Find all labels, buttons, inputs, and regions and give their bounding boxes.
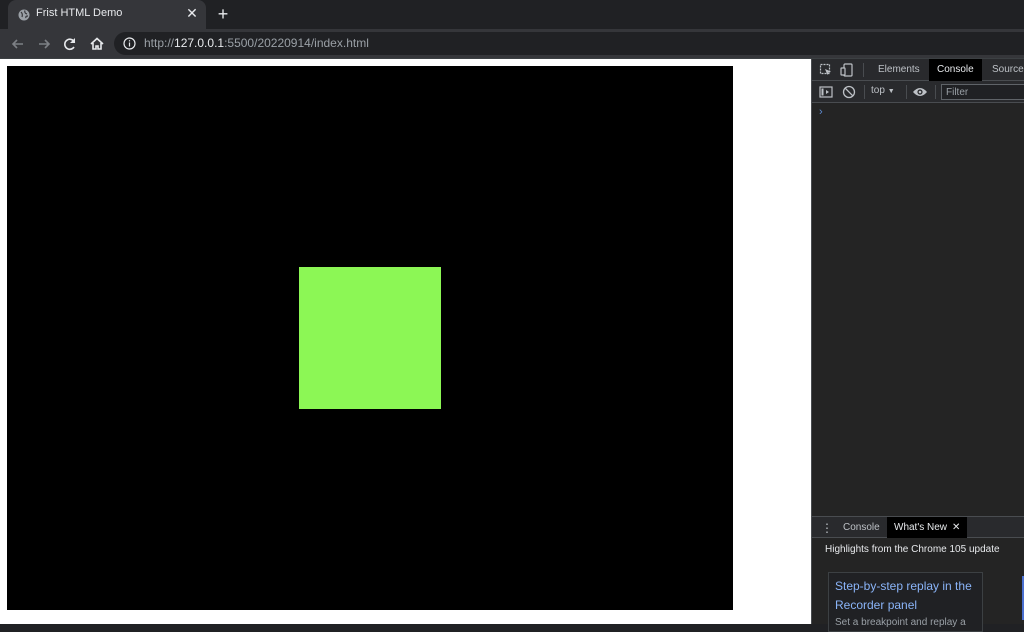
browser-tab[interactable]: Frist HTML Demo ✕ bbox=[8, 0, 206, 29]
close-icon[interactable]: ✕ bbox=[952, 517, 960, 538]
home-button[interactable] bbox=[87, 34, 107, 54]
home-icon bbox=[90, 37, 104, 50]
card-title-link[interactable]: Step-by-step replay in the Recorder pane… bbox=[835, 577, 980, 615]
drawer-tab-whats-new[interactable]: What's New ✕ bbox=[887, 517, 968, 538]
drawer-tab-label: What's New bbox=[894, 522, 948, 533]
green-square bbox=[299, 267, 441, 409]
drawer-menu-icon[interactable]: ⋮ bbox=[821, 521, 833, 535]
url-host: 127.0.0.1 bbox=[174, 36, 225, 50]
new-tab-button[interactable]: + bbox=[213, 5, 233, 25]
reload-button[interactable] bbox=[60, 34, 80, 54]
forward-button[interactable] bbox=[34, 34, 54, 54]
toolbar-separator bbox=[864, 85, 865, 99]
console-toolbar: top ▼ Filter bbox=[812, 81, 1024, 103]
devtools-panel: Elements Console Sources top ▼ Filter › … bbox=[811, 59, 1024, 632]
eye-icon[interactable] bbox=[912, 85, 927, 99]
reload-icon bbox=[64, 38, 76, 51]
page-viewport bbox=[0, 59, 811, 624]
console-prompt[interactable]: › bbox=[819, 106, 823, 118]
tab-console[interactable]: Console bbox=[929, 59, 982, 81]
url-text: http://127.0.0.1:5500/20220914/index.htm… bbox=[144, 36, 369, 50]
browser-toolbar: http://127.0.0.1:5500/20220914/index.htm… bbox=[0, 29, 1024, 58]
context-value: top bbox=[871, 85, 885, 96]
drawer-tabbar: ⋮ Console What's New ✕ bbox=[812, 516, 1024, 538]
back-button[interactable] bbox=[8, 34, 28, 54]
device-toolbar-icon[interactable] bbox=[840, 63, 854, 77]
tab-strip: Frist HTML Demo ✕ + bbox=[0, 0, 1024, 29]
demo-canvas bbox=[7, 66, 733, 610]
toolbar-separator bbox=[863, 63, 864, 77]
sidebar-toggle-icon[interactable] bbox=[819, 85, 833, 99]
tab-title: Frist HTML Demo bbox=[36, 7, 123, 19]
url-path: :5500/20220914/index.html bbox=[224, 36, 369, 50]
console-filter-input[interactable]: Filter bbox=[941, 84, 1024, 100]
devtools-tabbar: Elements Console Sources bbox=[812, 59, 1024, 81]
clear-console-icon[interactable] bbox=[842, 85, 856, 99]
inspect-element-icon[interactable] bbox=[819, 63, 833, 77]
toolbar-separator bbox=[906, 85, 907, 99]
tab-elements[interactable]: Elements bbox=[870, 59, 928, 81]
address-bar[interactable]: http://127.0.0.1:5500/20220914/index.htm… bbox=[114, 32, 1024, 55]
tab-sources[interactable]: Sources bbox=[984, 59, 1024, 81]
card-description: Set a breakpoint and replay a bbox=[835, 617, 966, 628]
arrow-right-icon bbox=[39, 39, 51, 49]
whats-new-card[interactable]: Step-by-step replay in the Recorder pane… bbox=[828, 572, 983, 632]
whats-new-heading: Highlights from the Chrome 105 update bbox=[825, 544, 1000, 555]
globe-icon bbox=[18, 8, 30, 21]
toolbar-separator bbox=[935, 85, 936, 99]
context-select[interactable]: top ▼ bbox=[871, 85, 895, 96]
url-scheme: http:// bbox=[144, 36, 175, 50]
whats-new-pane: Highlights from the Chrome 105 update St… bbox=[812, 538, 1024, 632]
tab-close-icon[interactable]: ✕ bbox=[184, 5, 200, 21]
arrow-left-icon bbox=[11, 39, 23, 49]
drawer-tab-console[interactable]: Console bbox=[836, 517, 887, 538]
dropdown-caret-icon: ▼ bbox=[887, 88, 895, 95]
info-icon[interactable] bbox=[123, 37, 136, 50]
